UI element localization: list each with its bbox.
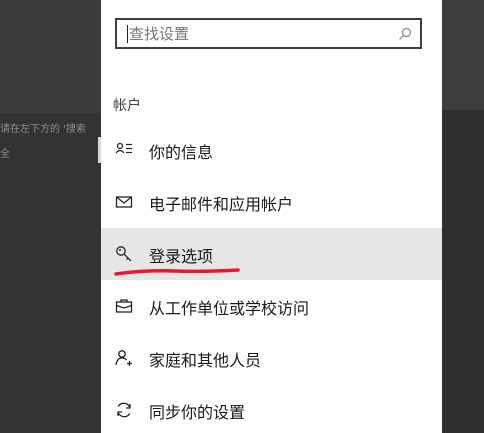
nav-item-sign-in-options[interactable]: 登录选项 xyxy=(101,228,442,280)
nav-item-label: 同步你的设置 xyxy=(149,403,246,422)
nav-item-sync-settings[interactable]: 同步你的设置 xyxy=(101,384,442,433)
mail-icon xyxy=(115,196,133,208)
nav-item-email-accounts[interactable]: 电子邮件和应用帐户 xyxy=(101,176,442,228)
nav-item-family-others[interactable]: 家庭和其他人员 xyxy=(101,332,442,384)
search-input[interactable] xyxy=(129,24,389,44)
nav-item-label: 你的信息 xyxy=(149,143,214,162)
background-text-line2: 全 xyxy=(0,149,10,160)
nav-item-label: 登录选项 xyxy=(149,247,214,266)
search-box[interactable] xyxy=(115,18,422,49)
background-window-right-bottom xyxy=(442,110,484,433)
key-icon xyxy=(116,246,132,262)
person-add-icon xyxy=(115,350,132,366)
person-card-icon xyxy=(115,142,132,154)
red-annotation-underline xyxy=(114,268,240,276)
nav-item-work-school[interactable]: 从工作单位或学校访问 xyxy=(101,280,442,332)
nav-item-label: 从工作单位或学校访问 xyxy=(149,299,310,318)
background-window-right-top xyxy=(442,0,484,110)
nav-item-label: 电子邮件和应用帐户 xyxy=(149,195,294,214)
section-title: 帐户 xyxy=(113,98,141,114)
background-text-line1: 请在左下方的 '搜索 xyxy=(0,124,86,135)
briefcase-icon xyxy=(115,299,133,313)
text-caret xyxy=(127,25,128,43)
search-icon[interactable] xyxy=(398,27,412,41)
sync-icon xyxy=(117,402,131,418)
settings-accounts-panel: 帐户 你的信息 电子邮件和应用帐户 登录选项 xyxy=(101,0,442,433)
nav-item-label: 家庭和其他人员 xyxy=(149,351,262,370)
background-window-left-lower xyxy=(0,113,101,433)
nav-item-your-info[interactable]: 你的信息 xyxy=(101,124,442,176)
